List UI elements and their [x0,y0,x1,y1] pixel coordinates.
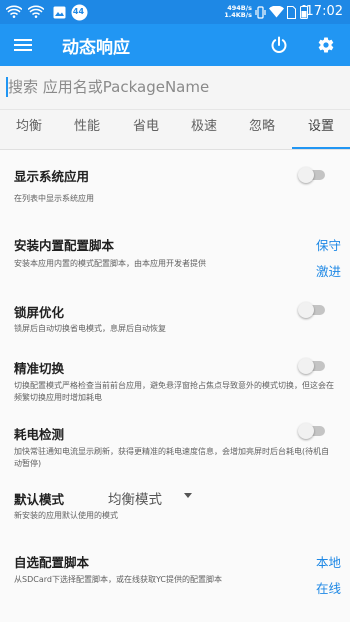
tab-bar: 均衡 性能 省电 极速 忽略 设置 [0,110,350,150]
page-title: 动态响应 [62,38,130,58]
custom-script-desc: 从SDCard下选择配置脚本，或在线获取YC提供的配置脚本 [14,575,222,584]
notification-count: 44 [72,7,85,16]
lock-screen-toggle[interactable] [298,300,328,320]
tab-settings[interactable]: 设置 [292,110,350,150]
lock-screen-desc: 锁屏后自动切换省电模式，息屏后自动恢复 [14,324,166,333]
show-system-apps-desc: 在列表中显示系统应用 [14,194,94,203]
precise-switch-desc: 切换配置模式严格检查当前前台应用，避免悬浮窗抢占焦点导致意外的模式切换，但这会在… [14,381,334,402]
default-mode-select[interactable]: 均衡模式 [108,488,162,508]
search-input[interactable] [8,74,338,100]
network-speed-down: 1.4KB/s [224,11,252,19]
install-conservative-button[interactable]: 保守 [316,235,341,254]
default-mode-desc: 新安装的应用默认使用的模式 [14,511,118,520]
active-tab-indicator [292,147,350,149]
image-icon [51,3,67,21]
power-detect-title: 耗电检测 [14,427,65,442]
menu-icon[interactable] [14,36,34,54]
custom-script-online-button[interactable]: 在线 [316,578,341,597]
app-toolbar: 动态响应 [0,24,350,66]
tab-balanced[interactable]: 均衡 [0,110,58,150]
chevron-down-icon[interactable] [184,493,192,498]
custom-script-title: 自选配置脚本 [14,555,90,570]
status-bar: 44 494B/s 1.4KB/s 17:02 [0,0,350,24]
tab-performance[interactable]: 性能 [58,110,116,150]
status-time: 17:02 [305,4,343,19]
power-detect-toggle[interactable] [298,421,328,441]
install-aggressive-button[interactable]: 激进 [316,261,341,280]
install-builtin-desc: 安装本应用内置的模式配置脚本，由本应用开发者提供 [14,259,206,268]
precise-switch-toggle[interactable] [298,356,328,376]
search-bar [0,66,350,110]
hotspot-icon [27,3,45,21]
hotspot-icon [5,3,23,21]
sim-card-icon [286,3,296,21]
lock-screen-title: 锁屏优化 [14,305,65,320]
wifi-icon [268,3,284,21]
install-builtin-title: 安装内置配置脚本 [14,238,115,253]
power-detect-desc: 加快常驻通知电流显示刷新，获得更精准的耗电速度信息，会增加亮屏时后台耗电(待机自… [14,447,330,468]
power-icon[interactable] [267,33,291,57]
gear-icon[interactable] [314,33,338,57]
default-mode-title: 默认模式 [14,492,65,507]
tab-fast[interactable]: 极速 [175,110,233,150]
show-system-apps-toggle[interactable] [298,165,328,185]
tab-powersave[interactable]: 省电 [117,110,175,150]
precise-switch-title: 精准切换 [14,361,65,376]
show-system-apps-title: 显示系统应用 [14,169,90,184]
vibrate-icon [254,3,266,21]
custom-script-local-button[interactable]: 本地 [316,552,341,571]
tab-ignore[interactable]: 忽略 [233,110,291,150]
